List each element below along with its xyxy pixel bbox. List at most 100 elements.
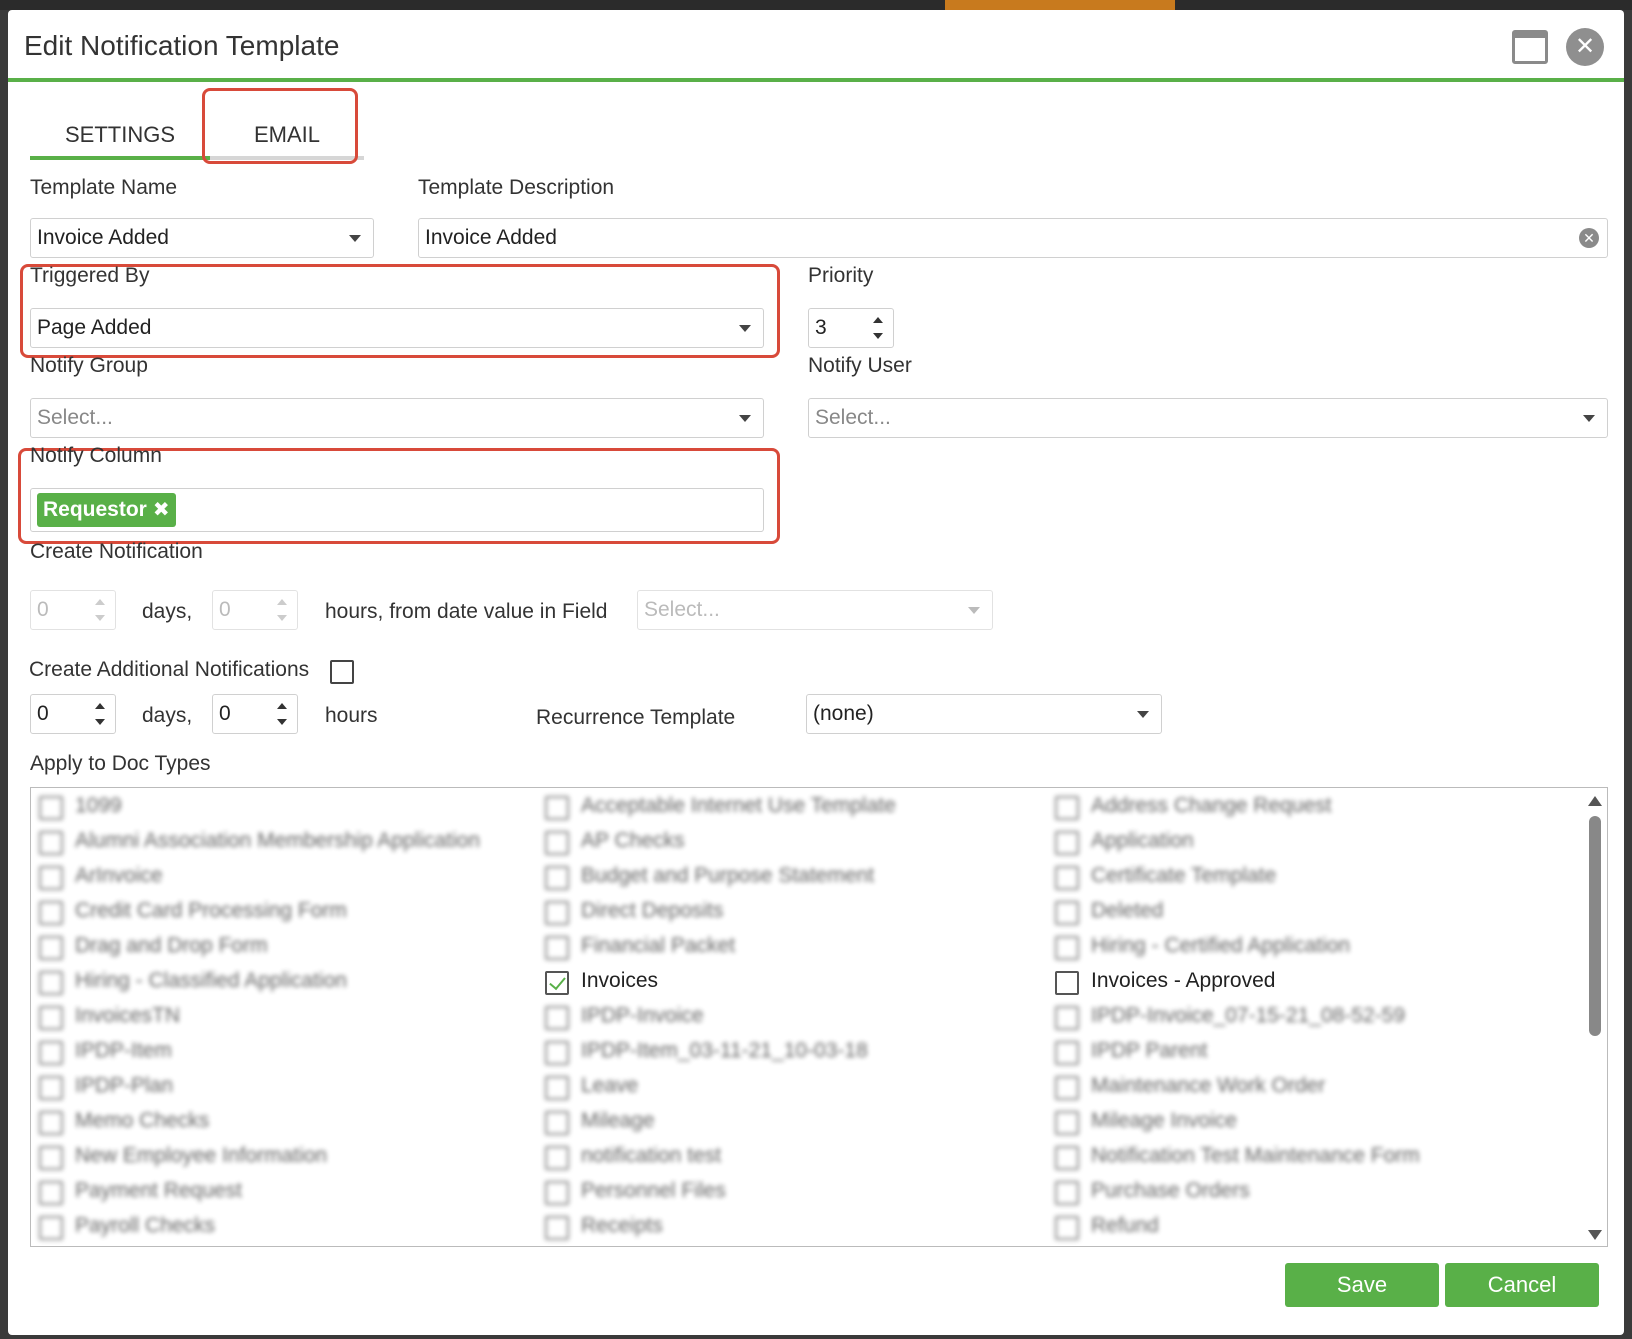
- doc-types-scrollbar[interactable]: [1583, 788, 1607, 1246]
- remove-tag-icon[interactable]: ✖: [153, 499, 170, 521]
- doc-type-checkbox[interactable]: [39, 1006, 63, 1030]
- doc-type-checkbox[interactable]: [1055, 901, 1079, 925]
- create-days-stepper[interactable]: 0: [30, 590, 116, 630]
- tab-email[interactable]: EMAIL: [210, 110, 364, 160]
- doc-type-checkbox[interactable]: [39, 1146, 63, 1170]
- doc-type-item[interactable]: Personnel Files: [545, 1177, 1025, 1211]
- doc-type-checkbox[interactable]: [39, 971, 63, 995]
- additional-notifications-checkbox[interactable]: [330, 660, 354, 684]
- add-hours-stepper[interactable]: 0: [212, 694, 298, 734]
- doc-type-checkbox[interactable]: [545, 1111, 569, 1135]
- doc-type-item[interactable]: Receipts: [545, 1212, 1025, 1246]
- doc-type-checkbox[interactable]: [545, 1076, 569, 1100]
- tab-settings[interactable]: SETTINGS: [30, 110, 210, 160]
- doc-type-item[interactable]: Address Change Request: [1055, 792, 1535, 826]
- doc-type-item[interactable]: Mileage Invoice: [1055, 1107, 1535, 1141]
- doc-type-item[interactable]: Hiring - Certified Application: [1055, 932, 1535, 966]
- doc-type-checkbox[interactable]: [1055, 936, 1079, 960]
- doc-type-checkbox[interactable]: [545, 1146, 569, 1170]
- spinner-icon[interactable]: [277, 699, 289, 729]
- spinner-icon[interactable]: [873, 313, 885, 343]
- doc-type-checkbox[interactable]: [1055, 1006, 1079, 1030]
- doc-type-item[interactable]: Payroll Checks: [39, 1212, 519, 1246]
- doc-type-item[interactable]: Drag and Drop Form: [39, 932, 519, 966]
- doc-type-item[interactable]: ArInvoice: [39, 862, 519, 896]
- create-hours-stepper[interactable]: 0: [212, 590, 298, 630]
- doc-type-checkbox[interactable]: [39, 936, 63, 960]
- doc-type-checkbox[interactable]: [39, 901, 63, 925]
- add-days-stepper[interactable]: 0: [30, 694, 116, 734]
- cancel-button[interactable]: Cancel: [1445, 1263, 1599, 1307]
- save-button[interactable]: Save: [1285, 1263, 1439, 1307]
- doc-type-checkbox[interactable]: [1055, 1146, 1079, 1170]
- doc-type-item[interactable]: Acceptable Internet Use Template: [545, 792, 1025, 826]
- doc-type-checkbox[interactable]: [39, 866, 63, 890]
- notify-column-tag[interactable]: Requestor ✖: [37, 493, 176, 527]
- doc-type-item[interactable]: IPDP Parent: [1055, 1037, 1535, 1071]
- doc-type-checkbox[interactable]: [1055, 971, 1079, 995]
- doc-type-checkbox[interactable]: [39, 831, 63, 855]
- doc-type-checkbox[interactable]: [39, 1181, 63, 1205]
- spinner-icon[interactable]: [95, 699, 107, 729]
- doc-type-item[interactable]: Application: [1055, 827, 1535, 861]
- doc-type-item[interactable]: Alumni Association Membership Applicatio…: [39, 827, 519, 861]
- doc-type-item[interactable]: Hiring - Classified Application: [39, 967, 519, 1001]
- create-field-select[interactable]: Select...: [637, 590, 993, 630]
- spinner-icon[interactable]: [277, 595, 289, 625]
- doc-type-checkbox[interactable]: [545, 901, 569, 925]
- doc-type-checkbox[interactable]: [1055, 1216, 1079, 1240]
- doc-type-item[interactable]: Invoices: [545, 967, 1025, 1001]
- clear-icon[interactable]: ✕: [1579, 228, 1599, 248]
- doc-type-item[interactable]: Purchase Orders: [1055, 1177, 1535, 1211]
- doc-type-item[interactable]: IPDP-Item: [39, 1037, 519, 1071]
- triggered-by-select[interactable]: Page Added: [30, 308, 764, 348]
- doc-type-checkbox[interactable]: [545, 1006, 569, 1030]
- doc-type-checkbox[interactable]: [1055, 1076, 1079, 1100]
- doc-type-item[interactable]: Leave: [545, 1072, 1025, 1106]
- doc-type-checkbox[interactable]: [545, 971, 569, 995]
- notify-group-select[interactable]: Select...: [30, 398, 764, 438]
- doc-type-item[interactable]: Mileage: [545, 1107, 1025, 1141]
- doc-type-checkbox[interactable]: [545, 866, 569, 890]
- doc-type-checkbox[interactable]: [1055, 1041, 1079, 1065]
- doc-type-item[interactable]: 1099: [39, 792, 519, 826]
- doc-type-checkbox[interactable]: [39, 1076, 63, 1100]
- doc-type-item[interactable]: Invoices - Approved: [1055, 967, 1535, 1001]
- close-icon[interactable]: ✕: [1566, 28, 1604, 66]
- notify-user-select[interactable]: Select...: [808, 398, 1608, 438]
- doc-type-item[interactable]: Maintenance Work Order: [1055, 1072, 1535, 1106]
- template-name-select[interactable]: Invoice Added: [30, 218, 374, 258]
- doc-type-item[interactable]: Deleted: [1055, 897, 1535, 931]
- doc-type-item[interactable]: IPDP-Plan: [39, 1072, 519, 1106]
- doc-type-item[interactable]: Budget and Purpose Statement: [545, 862, 1025, 896]
- doc-type-item[interactable]: IPDP-Item_03-11-21_10-03-18: [545, 1037, 1025, 1071]
- doc-type-item[interactable]: New Employee Information: [39, 1142, 519, 1176]
- doc-type-checkbox[interactable]: [545, 1181, 569, 1205]
- spinner-icon[interactable]: [95, 595, 107, 625]
- doc-type-item[interactable]: InvoicesTN: [39, 1002, 519, 1036]
- doc-type-checkbox[interactable]: [545, 831, 569, 855]
- priority-stepper[interactable]: 3: [808, 308, 894, 348]
- doc-type-item[interactable]: IPDP-Invoice_07-15-21_08-52-59: [1055, 1002, 1535, 1036]
- doc-type-checkbox[interactable]: [545, 1041, 569, 1065]
- doc-type-item[interactable]: Credit Card Processing Form: [39, 897, 519, 931]
- doc-type-checkbox[interactable]: [1055, 1181, 1079, 1205]
- scroll-up-icon[interactable]: [1588, 796, 1602, 806]
- doc-type-item[interactable]: notification test: [545, 1142, 1025, 1176]
- doc-type-checkbox[interactable]: [1055, 1111, 1079, 1135]
- doc-type-checkbox[interactable]: [1055, 866, 1079, 890]
- scroll-thumb[interactable]: [1589, 816, 1601, 1036]
- doc-type-checkbox[interactable]: [39, 1111, 63, 1135]
- template-description-input[interactable]: Invoice Added ✕: [418, 218, 1608, 258]
- doc-type-item[interactable]: Direct Deposits: [545, 897, 1025, 931]
- doc-type-checkbox[interactable]: [545, 796, 569, 820]
- doc-type-item[interactable]: Financial Packet: [545, 932, 1025, 966]
- doc-type-item[interactable]: IPDP-Invoice: [545, 1002, 1025, 1036]
- doc-type-item[interactable]: Certificate Template: [1055, 862, 1535, 896]
- doc-type-checkbox[interactable]: [39, 796, 63, 820]
- doc-type-item[interactable]: Payment Request: [39, 1177, 519, 1211]
- doc-type-item[interactable]: Refund: [1055, 1212, 1535, 1246]
- doc-type-item[interactable]: Notification Test Maintenance Form: [1055, 1142, 1535, 1176]
- doc-type-checkbox[interactable]: [1055, 831, 1079, 855]
- recurrence-template-select[interactable]: (none): [806, 694, 1162, 734]
